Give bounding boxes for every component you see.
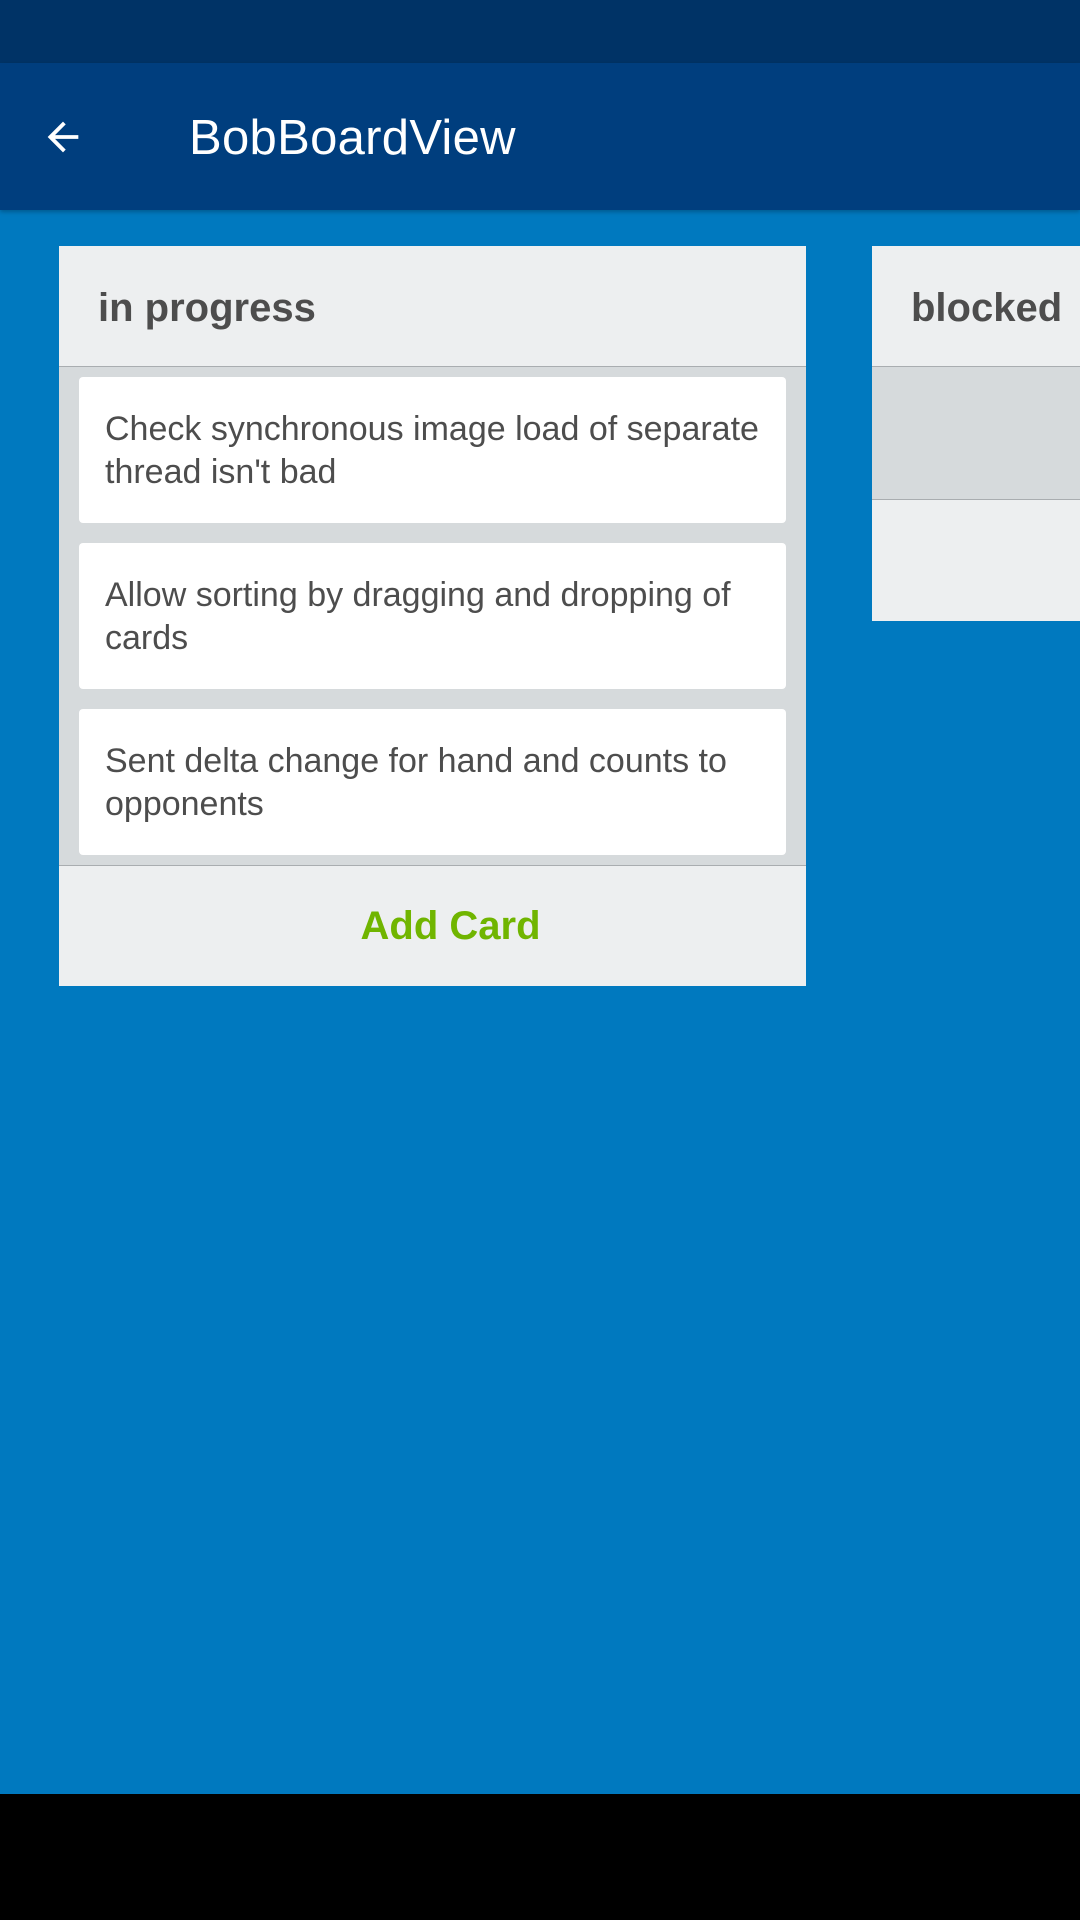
card-text: Check synchronous image load of separate… — [105, 410, 759, 491]
card-container-empty — [872, 367, 1080, 499]
app-bar: BobBoardView — [0, 63, 1080, 210]
status-bar — [0, 0, 1080, 63]
list-in-progress: in progress Check synchronous image load… — [59, 246, 806, 986]
card-container: Check synchronous image load of separate… — [59, 367, 806, 865]
add-card-label: Add Card — [360, 903, 541, 948]
navigation-bar — [0, 1794, 1080, 1920]
board[interactable]: in progress Check synchronous image load… — [0, 210, 1080, 1794]
list-header[interactable]: blocked — [872, 246, 1080, 367]
arrow-left-icon — [47, 121, 79, 153]
list-blocked: blocked — [872, 246, 1080, 621]
card[interactable]: Check synchronous image load of separate… — [79, 377, 786, 523]
list-header[interactable]: in progress — [59, 246, 806, 367]
list-title: in progress — [98, 286, 316, 330]
card[interactable]: Allow sorting by dragging and dropping o… — [79, 543, 786, 689]
card[interactable]: Sent delta change for hand and counts to… — [79, 709, 786, 855]
app-title: BobBoardView — [189, 111, 516, 165]
card-text: Allow sorting by dragging and dropping o… — [105, 576, 731, 657]
add-card-button[interactable]: Add Card — [59, 865, 806, 986]
card-text: Sent delta change for hand and counts to… — [105, 742, 727, 823]
back-button[interactable] — [30, 104, 96, 170]
list-title: blocked — [911, 286, 1063, 330]
add-card-button[interactable] — [872, 499, 1080, 621]
